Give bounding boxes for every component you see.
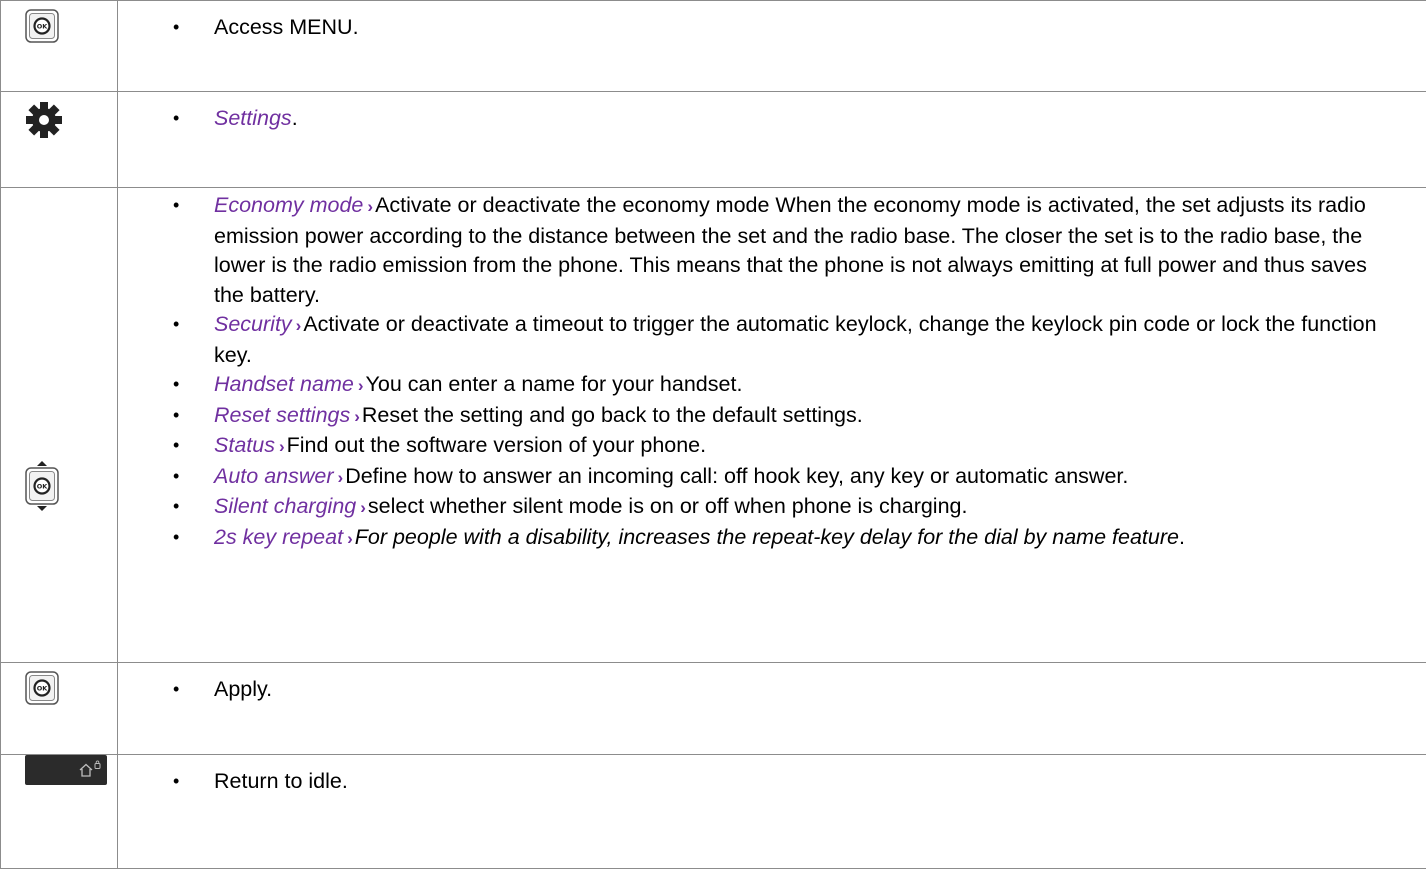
- option-label: 2s key repeat: [214, 525, 343, 549]
- chevron-right-icon: ›: [354, 407, 360, 426]
- list-item: Access MENU.: [118, 13, 1426, 43]
- icon-cell: OK: [1, 188, 118, 663]
- gear-icon: [25, 101, 63, 145]
- list-item: Apply.: [118, 675, 1426, 705]
- option-description: Define how to answer an incoming call: o…: [345, 464, 1128, 488]
- settings-option: Settings: [214, 106, 292, 130]
- icon-cell: [1, 92, 118, 188]
- step-row-options: OK Economy mode›Activate or deactivate t…: [1, 188, 1426, 663]
- text-cell: Economy mode›Activate or deactivate the …: [118, 188, 1426, 663]
- list-item: Silent charging›select whether silent mo…: [118, 492, 1426, 523]
- ok-key-icon: OK: [25, 671, 59, 711]
- chevron-right-icon: ›: [279, 437, 285, 456]
- svg-text:OK: OK: [37, 23, 49, 31]
- chevron-right-icon: ›: [296, 316, 302, 335]
- text-cell: Access MENU.: [118, 1, 1426, 92]
- text-cell: Apply.: [118, 663, 1426, 755]
- option-label: Economy mode: [214, 193, 363, 217]
- step-row-settings: Settings.: [1, 92, 1426, 188]
- chevron-right-icon: ›: [338, 468, 344, 487]
- text-cell: Return to idle.: [118, 755, 1426, 869]
- list-item: 2s key repeat›For people with a disabili…: [118, 523, 1426, 554]
- apply-text: Apply.: [214, 677, 272, 701]
- option-label: Handset name: [214, 372, 354, 396]
- list-item: Return to idle.: [118, 767, 1426, 797]
- ok-key-icon: OK: [25, 9, 59, 49]
- list-item: Reset settings›Reset the setting and go …: [118, 401, 1426, 432]
- option-label: Security: [214, 312, 292, 336]
- icon-cell: [1, 755, 118, 869]
- icon-cell: OK: [1, 1, 118, 92]
- list-item: Settings.: [118, 104, 1426, 134]
- list-item: Handset name›You can enter a name for yo…: [118, 370, 1426, 401]
- chevron-right-icon: ›: [367, 197, 373, 216]
- option-description: Activate or deactivate a timeout to trig…: [214, 312, 1377, 367]
- instruction-table: OK Access MENU.: [0, 0, 1426, 869]
- option-label: Auto answer: [214, 464, 334, 488]
- svg-text:OK: OK: [37, 685, 49, 693]
- option-label: Silent charging: [214, 494, 356, 518]
- option-description: For people with a disability, increases …: [355, 525, 1179, 549]
- text-cell: Settings.: [118, 92, 1426, 188]
- icon-cell: OK: [1, 663, 118, 755]
- access-menu-text: Access MENU.: [214, 15, 359, 39]
- navigator-ok-up-down-icon: OK: [25, 460, 59, 518]
- settings-suffix: .: [292, 106, 298, 130]
- option-description: Find out the software version of your ph…: [287, 433, 707, 457]
- step-row-apply: OK Apply.: [1, 663, 1426, 755]
- option-description: Activate or deactivate the economy mode …: [214, 193, 1367, 307]
- option-label: Reset settings: [214, 403, 350, 427]
- svg-text:OK: OK: [37, 483, 49, 491]
- list-item: Status›Find out the software version of …: [118, 431, 1426, 462]
- chevron-right-icon: ›: [347, 529, 353, 548]
- list-item: Economy mode›Activate or deactivate the …: [118, 191, 1426, 310]
- chevron-right-icon: ›: [358, 376, 364, 395]
- chevron-right-icon: ›: [360, 498, 366, 517]
- option-suffix: .: [1179, 525, 1185, 549]
- option-description: select whether silent mode is on or off …: [368, 494, 968, 518]
- option-description: You can enter a name for your handset.: [366, 372, 743, 396]
- list-item: Security›Activate or deactivate a timeou…: [118, 310, 1426, 370]
- option-label: Status: [214, 433, 275, 457]
- step-row-return-idle: Return to idle.: [1, 755, 1426, 869]
- option-description: Reset the setting and go back to the def…: [362, 403, 863, 427]
- return-idle-text: Return to idle.: [214, 769, 348, 793]
- list-item: Auto answer›Define how to answer an inco…: [118, 462, 1426, 493]
- step-row-access-menu: OK Access MENU.: [1, 1, 1426, 92]
- home-lock-key-icon: [25, 755, 107, 791]
